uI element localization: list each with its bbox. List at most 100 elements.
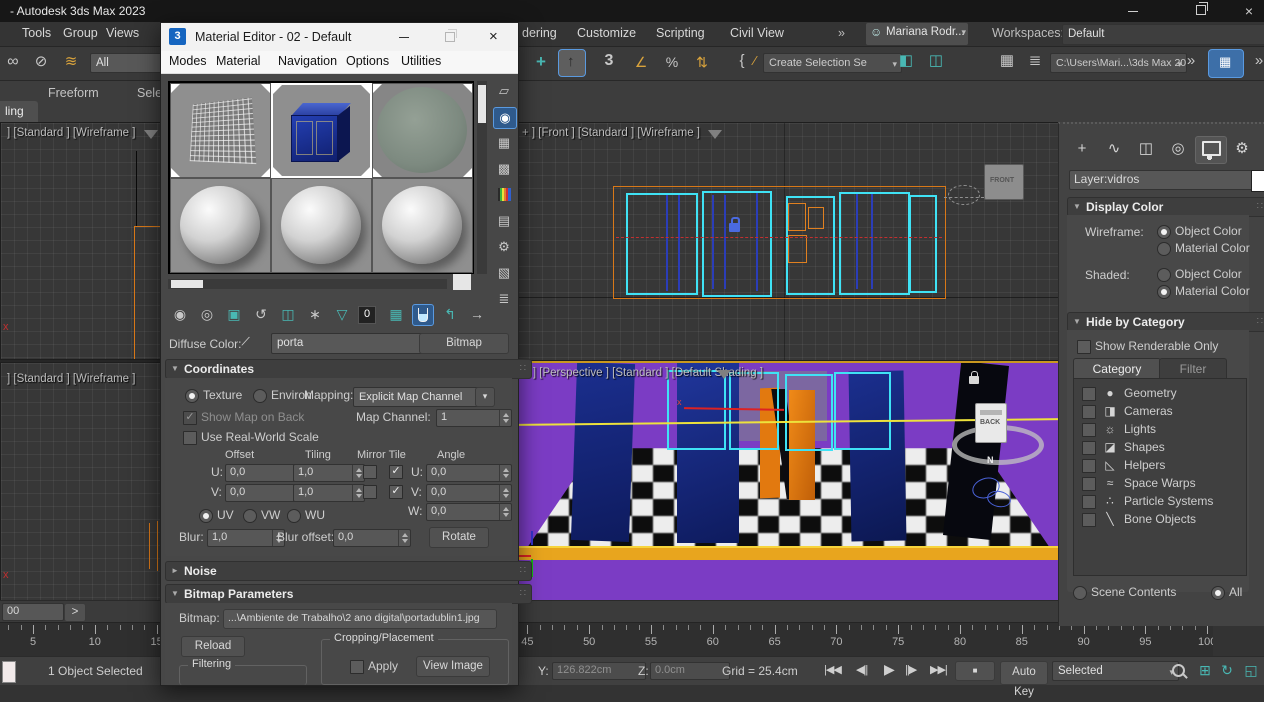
reset-map-icon[interactable]: ↺ — [250, 304, 272, 324]
tile-u-checkbox[interactable]: ✓ — [389, 465, 403, 479]
environ-radio[interactable] — [253, 389, 267, 403]
mapping-select[interactable]: Explicit Map Channel — [353, 387, 494, 407]
material-editor-titlebar[interactable]: 3 Material Editor - 02 - Default × — [161, 23, 518, 51]
close-icon[interactable]: × — [1242, 4, 1256, 18]
category-checkbox[interactable] — [1082, 513, 1096, 527]
sample-slot-wirecube[interactable] — [170, 83, 271, 178]
mapping-dropdown-button[interactable]: ▾ — [475, 387, 495, 407]
snap-toggle-icon[interactable]: 3 — [598, 51, 620, 71]
menu-tools[interactable]: Tools — [22, 26, 51, 40]
scene-contents-radio[interactable] — [1073, 586, 1087, 600]
viewcube-back-face[interactable]: BACK — [975, 403, 1007, 443]
blur-field[interactable]: 1,0 — [207, 529, 285, 547]
rotate-button[interactable]: Rotate — [429, 527, 489, 548]
menu-group[interactable]: Group — [63, 26, 98, 40]
reload-button[interactable]: Reload — [181, 636, 245, 657]
menu-rendering[interactable]: dering — [522, 26, 557, 40]
sample-uv-tiling-icon[interactable]: ▩ — [493, 159, 515, 179]
options-gear-icon[interactable]: ⚙ — [493, 237, 515, 257]
background-checker-icon[interactable]: ▦ — [493, 133, 515, 153]
viewport-front[interactable]: + ] [Front ] [Standard ] [Wireframe ] FR… — [515, 122, 1060, 361]
time-slider-field[interactable]: 00 — [2, 603, 64, 621]
viewport-label[interactable]: ] [Standard ] [Wireframe ] — [7, 127, 135, 139]
y-coordinate-field[interactable]: 126.822cm — [552, 662, 646, 680]
rollout-coordinates[interactable]: ▼ Coordinates ∷ — [165, 359, 532, 379]
ribbon-tab-freeform[interactable]: Freeform — [48, 86, 99, 100]
zoom-region-icon[interactable]: ⊞ — [1194, 660, 1216, 680]
rollout-hide-by-category[interactable]: ▼ Hide by Category ∷ — [1067, 312, 1264, 332]
mirror-icon[interactable]: ◧ — [895, 51, 917, 71]
close-icon[interactable]: × — [489, 28, 498, 45]
angle-snap-icon[interactable]: ∠ — [630, 52, 652, 72]
toolbar-overflow2-icon[interactable]: » — [1248, 51, 1264, 71]
user-account-chip[interactable]: ☺ Mariana Rodr... ▾ — [866, 23, 968, 45]
menu-utilities[interactable]: Utilities — [401, 54, 441, 68]
ribbon-tab-modeling[interactable]: ling — [0, 101, 38, 122]
scrollbar-thumb[interactable] — [171, 280, 203, 288]
orbit-icon[interactable]: ↻ — [1216, 660, 1238, 680]
viewport-label[interactable]: ] [Standard ] [Wireframe ] — [7, 373, 135, 385]
put-to-library-icon[interactable]: ▽ — [331, 304, 353, 324]
filter-funnel-icon[interactable] — [708, 130, 722, 139]
named-selection-set-select[interactable]: Create Selection Se ▾ — [763, 53, 902, 73]
tab-modify[interactable]: ∿ — [1099, 136, 1129, 162]
zoom-icon[interactable] — [1172, 664, 1185, 677]
spinner[interactable] — [398, 530, 410, 546]
viewport-perspective[interactable]: x + ] [Perspective ] [Standard ] [Defaul… — [515, 361, 1062, 605]
viewcube-front[interactable]: FRONT — [984, 164, 1024, 200]
show-map-on-back-checkbox[interactable]: ✓ — [183, 411, 197, 425]
minimize-icon[interactable] — [399, 37, 409, 38]
sample-slot-blue-box-selected[interactable] — [271, 83, 372, 178]
tab-hierarchy[interactable]: ◫ — [1131, 136, 1161, 162]
map-channel-field[interactable]: 1 — [436, 409, 512, 427]
maximize-viewport-icon[interactable]: ◱ — [1240, 660, 1262, 680]
angle-v-field[interactable]: 0,0 — [426, 484, 512, 502]
wu-radio[interactable] — [287, 509, 301, 523]
slots-horizontal-scrollbar[interactable] — [168, 279, 447, 289]
wireframe-object-color-radio[interactable] — [1157, 225, 1171, 239]
rollout-bitmap-parameters[interactable]: ▼ Bitmap Parameters ∷ — [165, 584, 532, 604]
material-map-navigator-icon[interactable]: ≣ — [493, 289, 515, 309]
filter-funnel-icon[interactable] — [717, 370, 731, 379]
sample-slot-sphere[interactable] — [372, 178, 473, 273]
use-real-world-scale-checkbox[interactable] — [183, 431, 197, 445]
menu-material[interactable]: Material — [216, 54, 260, 68]
z-coordinate-field[interactable]: 0.0cm — [650, 662, 730, 680]
minimize-icon[interactable] — [1128, 11, 1138, 12]
show-renderable-only-checkbox[interactable] — [1077, 340, 1091, 354]
unlink-selection-icon[interactable]: ⊘ — [30, 52, 52, 72]
tab-category[interactable]: Category — [1073, 358, 1161, 379]
rollout-noise[interactable]: ► Noise ∷ — [165, 561, 532, 581]
category-checkbox[interactable] — [1082, 387, 1096, 401]
menu-civil-view[interactable]: Civil View — [730, 26, 784, 40]
tiling-u-field[interactable]: 1,0 — [293, 464, 365, 482]
show-end-result-icon[interactable] — [412, 304, 434, 326]
mini-listener-swatch[interactable] — [2, 661, 16, 683]
tiling-v-field[interactable]: 1,0 — [293, 484, 365, 502]
scrollbar-corner[interactable] — [453, 274, 471, 290]
menu-customize[interactable]: Customize — [577, 26, 636, 40]
map-type-button[interactable]: Bitmap — [419, 333, 509, 354]
tab-create[interactable]: + — [1067, 136, 1097, 162]
put-material-to-scene-icon[interactable]: ◎ — [196, 304, 218, 324]
tab-motion[interactable]: ◎ — [1163, 136, 1193, 162]
sample-slot-sphere[interactable] — [170, 178, 271, 273]
select-and-move-icon[interactable]: + — [530, 52, 552, 72]
next-frame-button[interactable]: ||▶ — [905, 663, 916, 676]
category-checkbox[interactable] — [1082, 441, 1096, 455]
align-icon[interactable]: ◫ — [925, 51, 947, 71]
menu-overflow-icon[interactable]: » — [838, 26, 845, 40]
menu-options[interactable]: Options — [346, 54, 389, 68]
save-file-button[interactable]: ▦ — [1208, 49, 1244, 78]
apply-checkbox[interactable] — [350, 660, 364, 674]
rollout-display-color[interactable]: ▼ Display Color ∷ — [1067, 197, 1264, 217]
spinner-snap-icon[interactable]: ⇅ — [691, 52, 713, 72]
scene-explorer-icon[interactable]: ▦ — [996, 51, 1018, 71]
viewport-label[interactable]: + ] [Front ] [Standard ] [Wireframe ] — [522, 127, 700, 139]
video-color-check-icon[interactable] — [493, 185, 515, 205]
select-and-link-icon[interactable]: ∞ — [2, 52, 24, 72]
make-unique-icon[interactable]: ∗ — [304, 304, 326, 324]
tab-display[interactable] — [1195, 136, 1227, 164]
sample-type-icon[interactable]: ▱ — [493, 81, 515, 101]
uv-radio[interactable] — [199, 509, 213, 523]
